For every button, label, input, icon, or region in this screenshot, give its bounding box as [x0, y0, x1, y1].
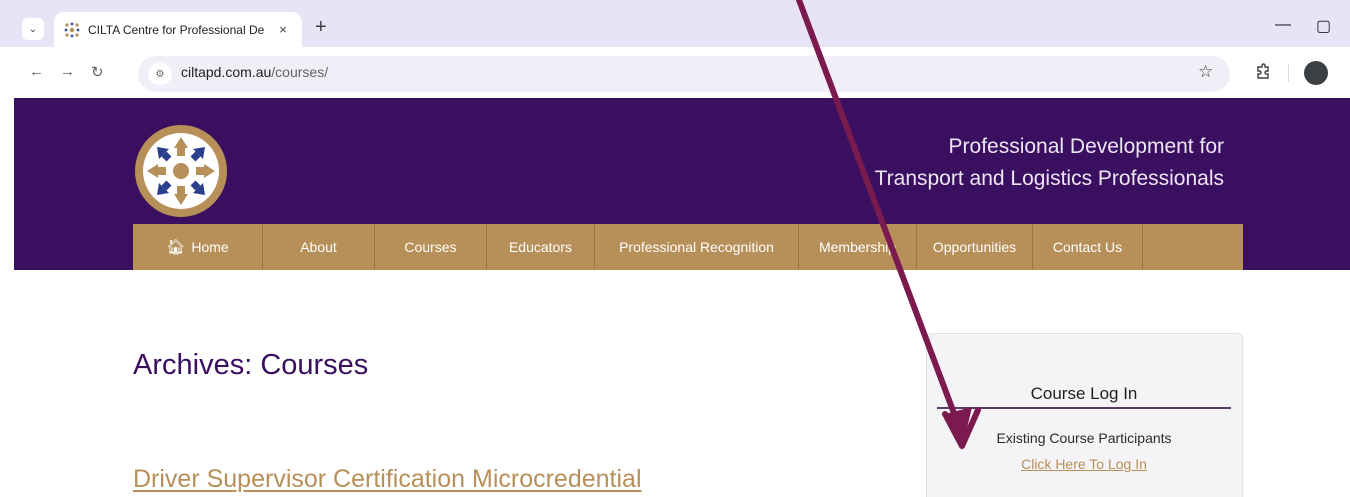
favicon-icon: [64, 22, 80, 37]
nav-about-label: About: [300, 239, 337, 255]
profile-icon[interactable]: [1304, 61, 1328, 85]
site-info-icon[interactable]: ⚙: [148, 63, 172, 85]
nav-opportunities-label: Opportunities: [932, 239, 1017, 255]
nav-professional-recognition-label: Professional Recognition: [619, 239, 774, 255]
course-login-widget: [926, 333, 1243, 497]
minimize-icon[interactable]: —: [1275, 16, 1291, 34]
course-title-link[interactable]: Driver Supervisor Certification Microcre…: [133, 465, 642, 494]
back-icon[interactable]: ←: [29, 63, 44, 80]
forward-icon[interactable]: →: [60, 63, 75, 80]
nav-home-label: Home: [191, 239, 229, 255]
tagline-line-1: Professional Development for: [948, 135, 1224, 158]
nav-opportunities[interactable]: Opportunities: [917, 224, 1033, 270]
tab-close-icon[interactable]: ×: [274, 21, 292, 39]
reload-icon[interactable]: ↻: [91, 63, 104, 81]
widget-divider: [937, 407, 1231, 409]
home-icon: 🏠︎: [166, 239, 186, 256]
widget-title: Course Log In: [1030, 384, 1138, 403]
bookmark-star-icon[interactable]: ☆: [1198, 62, 1213, 82]
page-title: Archives: Courses: [133, 349, 369, 381]
new-tab-button[interactable]: +: [315, 17, 327, 37]
extensions-icon[interactable]: [1254, 62, 1272, 80]
nav-courses[interactable]: Courses: [375, 224, 487, 270]
site-logo[interactable]: [134, 124, 228, 218]
nav-about[interactable]: About: [263, 224, 375, 270]
toolbar-divider: [1288, 64, 1289, 82]
url-text[interactable]: ciltapd.com.au/courses/: [181, 64, 328, 80]
nav-membership-label: Membership: [818, 239, 897, 255]
browser-tab[interactable]: CILTA Centre for Professional De ×: [54, 12, 302, 47]
site-tagline: Professional Development for Transport a…: [875, 131, 1224, 195]
nav-home[interactable]: 🏠︎ Home: [133, 224, 263, 270]
nav-courses-label: Courses: [404, 239, 457, 255]
nav-membership[interactable]: Membership: [799, 224, 917, 270]
nav-professional-recognition[interactable]: Professional Recognition: [595, 224, 799, 270]
nav-contact-us[interactable]: Contact Us: [1033, 224, 1143, 270]
tagline-line-2: Transport and Logistics Professionals: [874, 167, 1224, 190]
main-nav: 🏠︎ Home About Courses Educators Professio…: [133, 224, 1243, 270]
widget-text: Existing Course Participants: [996, 430, 1172, 446]
url-path: /courses/: [271, 64, 329, 80]
maximize-icon[interactable]: ▢: [1316, 16, 1331, 36]
nav-educators-label: Educators: [508, 239, 573, 255]
nav-contact-us-label: Contact Us: [1052, 239, 1123, 255]
tab-title: CILTA Centre for Professional De: [88, 22, 265, 37]
tab-search-icon[interactable]: ⌄: [22, 18, 44, 40]
nav-educators[interactable]: Educators: [487, 224, 595, 270]
url-host: ciltapd.com.au: [181, 64, 272, 80]
login-link[interactable]: Click Here To Log In: [937, 456, 1231, 472]
